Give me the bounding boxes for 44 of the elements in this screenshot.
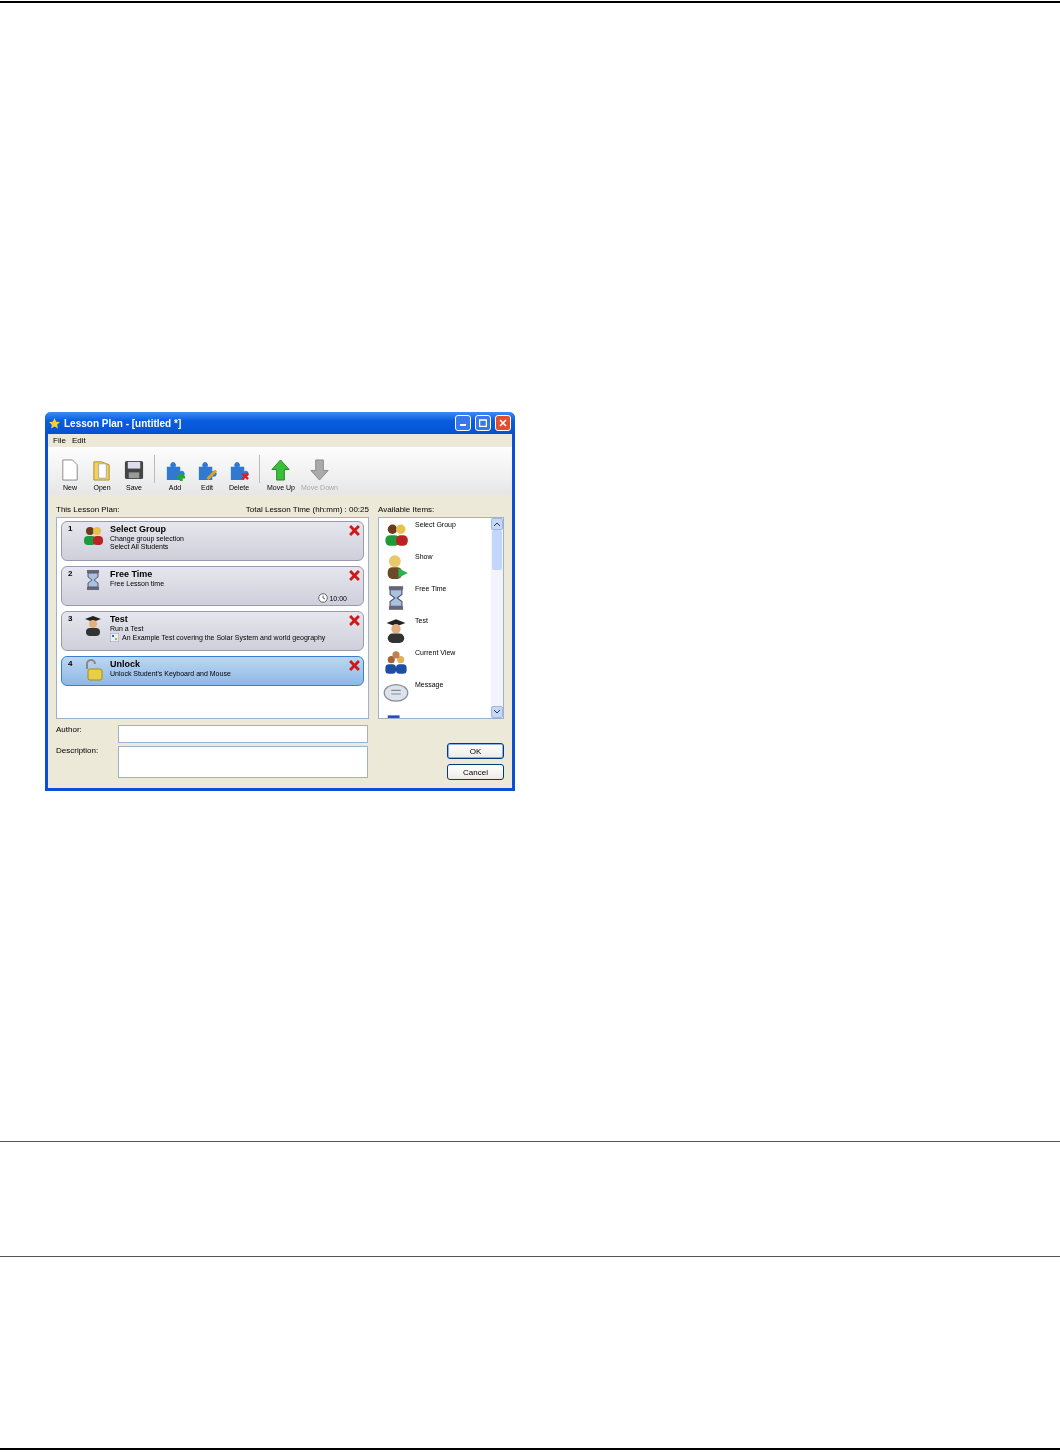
plan-label: This Lesson Plan: bbox=[56, 505, 120, 516]
scroll-up-icon bbox=[494, 522, 500, 526]
description-field[interactable] bbox=[118, 746, 368, 778]
menu-item[interactable]: Edit bbox=[71, 436, 86, 445]
scrollbar[interactable] bbox=[491, 518, 503, 718]
group-icon bbox=[383, 649, 409, 675]
field-label: Description: bbox=[56, 746, 100, 757]
available-label: Available Items: bbox=[378, 505, 435, 516]
item-title: Test bbox=[110, 614, 129, 624]
item-title: Unlock bbox=[110, 659, 141, 669]
delete-icon[interactable] bbox=[349, 615, 360, 626]
clock-icon bbox=[318, 593, 329, 603]
delete-icon[interactable] bbox=[349, 525, 360, 536]
close-button[interactable] bbox=[495, 415, 511, 431]
item-title: Select Group bbox=[110, 524, 167, 534]
author-field[interactable] bbox=[118, 725, 368, 743]
delete-icon[interactable] bbox=[349, 570, 360, 581]
item-number: 2 bbox=[68, 569, 74, 580]
total-time-label: Total Lesson Time (hh:mm) : 00:25 bbox=[245, 505, 369, 516]
item-number: 3 bbox=[68, 614, 74, 625]
close-icon bbox=[499, 419, 507, 427]
delete-icon[interactable] bbox=[349, 660, 360, 671]
folder-icon bbox=[91, 459, 113, 481]
maximize-button[interactable] bbox=[475, 415, 491, 431]
window-title: Lesson Plan - [untitled *] bbox=[64, 417, 183, 429]
dialog-button[interactable]: Cancel bbox=[447, 764, 504, 780]
item-title: Free Time bbox=[110, 569, 154, 579]
scroll-down-icon bbox=[494, 710, 500, 714]
down-arrow-icon bbox=[308, 459, 331, 481]
document-icon bbox=[59, 459, 81, 481]
puzzle-pencil-icon bbox=[196, 459, 218, 481]
puzzle-add-icon bbox=[164, 459, 186, 481]
up-arrow-icon bbox=[270, 459, 292, 481]
maximize-icon bbox=[479, 419, 487, 427]
puzzle-cross-icon bbox=[228, 459, 250, 481]
minimize-button[interactable] bbox=[455, 415, 471, 431]
dialog-button[interactable]: OK bbox=[447, 743, 504, 759]
two-people-icon bbox=[82, 524, 104, 546]
field-label: Author: bbox=[56, 725, 83, 736]
menu-item[interactable]: File bbox=[53, 436, 66, 445]
item-number: 4 bbox=[68, 659, 74, 670]
item-number: 1 bbox=[68, 524, 74, 535]
star-icon bbox=[49, 417, 60, 429]
scrollbar-thumb[interactable] bbox=[492, 530, 502, 570]
